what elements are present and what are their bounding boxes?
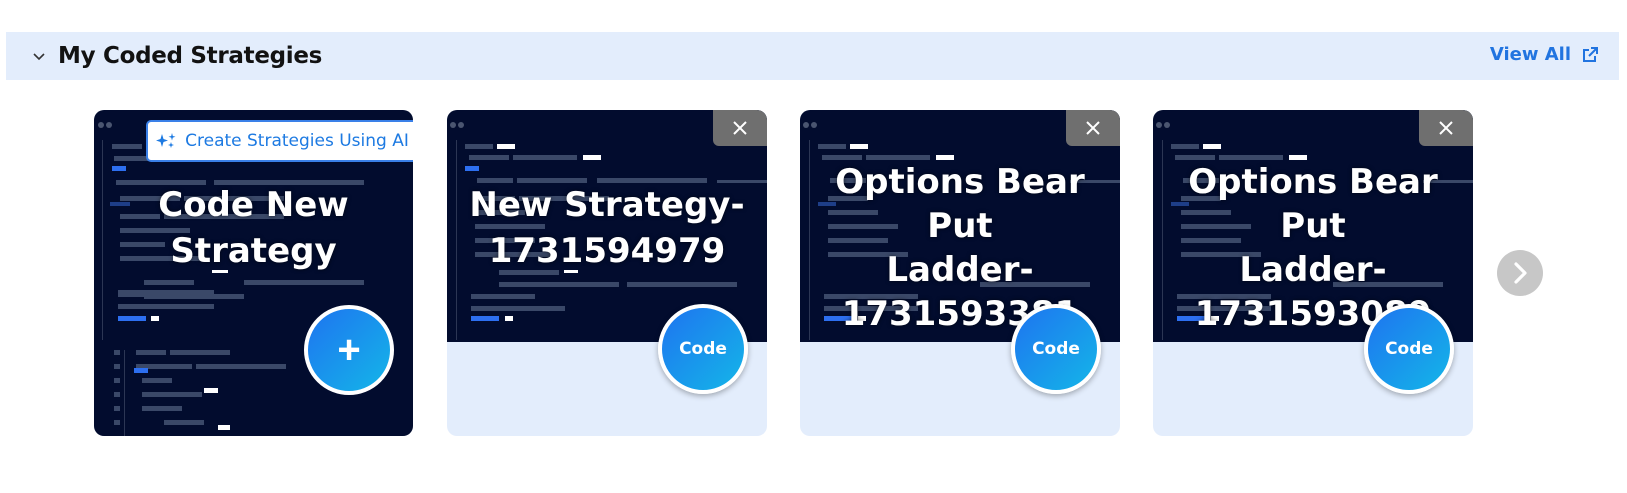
close-button[interactable] bbox=[1066, 110, 1120, 146]
strategy-card[interactable]: Options Bear Put Ladder- 1731593381 Code bbox=[800, 110, 1120, 436]
close-button[interactable] bbox=[1419, 110, 1473, 146]
create-with-ai-button[interactable]: Create Strategies Using AI bbox=[146, 120, 413, 162]
section-header: My Coded Strategies View All bbox=[6, 32, 1619, 80]
section-title: My Coded Strategies bbox=[58, 43, 323, 69]
code-button[interactable]: Code bbox=[658, 304, 748, 394]
new-strategy-card[interactable]: Create Strategies Using AI Code New Stra… bbox=[94, 110, 413, 436]
close-icon bbox=[1439, 121, 1453, 135]
chevron-down-icon[interactable] bbox=[32, 50, 46, 64]
card-title-line: 1731594979 bbox=[488, 231, 726, 271]
view-all-label: View All bbox=[1489, 44, 1571, 65]
close-icon bbox=[1086, 121, 1100, 135]
add-strategy-button[interactable]: + bbox=[304, 305, 394, 395]
view-all-link[interactable]: View All bbox=[1490, 44, 1599, 65]
external-link-icon bbox=[1583, 46, 1598, 62]
card-title-line: New Strategy- bbox=[469, 185, 745, 225]
card-title: New Strategy- 1731594979 bbox=[447, 182, 767, 274]
create-with-ai-label: Create Strategies Using AI bbox=[185, 131, 409, 151]
close-icon bbox=[733, 121, 747, 135]
card-title-line: Ladder- bbox=[1239, 250, 1387, 290]
card-title-line: Options Bear Put bbox=[835, 162, 1085, 246]
code-button[interactable]: Code bbox=[1364, 304, 1454, 394]
chevron-right-icon bbox=[1514, 262, 1527, 284]
strategy-card[interactable]: Options Bear Put Ladder- 1731593089 Code bbox=[1153, 110, 1473, 436]
card-title: Code New Strategy bbox=[94, 182, 413, 274]
card-title-line: Strategy bbox=[170, 231, 337, 271]
sparkles-icon bbox=[156, 133, 176, 148]
strategy-card[interactable]: New Strategy- 1731594979 Code bbox=[447, 110, 767, 436]
card-title-line: Options Bear Put bbox=[1188, 162, 1438, 246]
close-button[interactable] bbox=[713, 110, 767, 146]
next-arrow-button[interactable] bbox=[1497, 250, 1543, 296]
card-title-line: Code New bbox=[158, 185, 349, 225]
card-title-line: Ladder- bbox=[886, 250, 1034, 290]
code-button[interactable]: Code bbox=[1011, 304, 1101, 394]
plus-icon: + bbox=[337, 328, 361, 372]
